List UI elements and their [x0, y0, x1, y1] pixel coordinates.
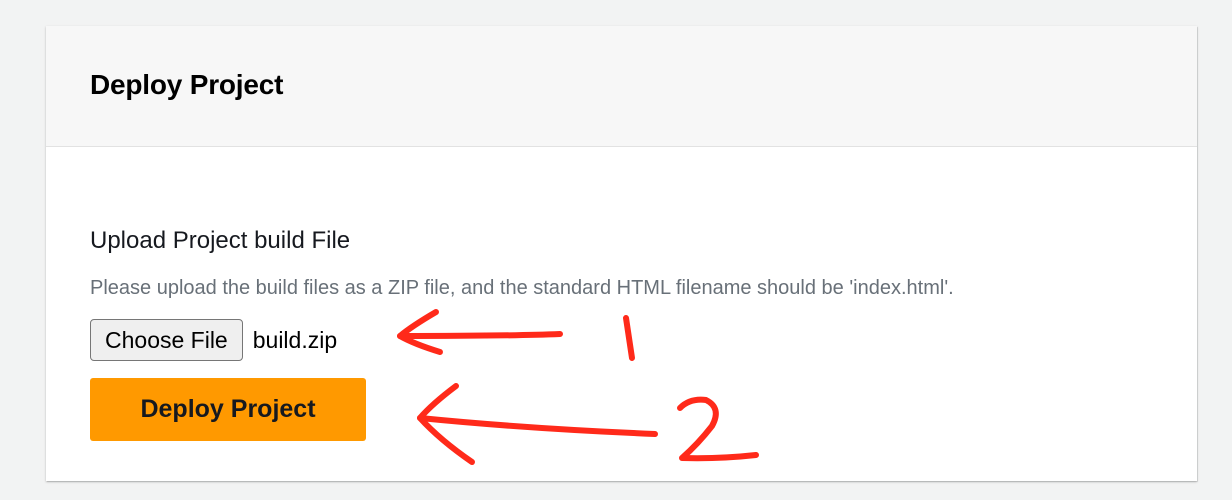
page-title: Deploy Project — [90, 69, 284, 100]
upload-field-description: Please upload the build files as a ZIP f… — [90, 277, 954, 299]
choose-file-button[interactable]: Choose File — [90, 319, 243, 361]
deploy-project-card: Deploy Project Upload Project build File… — [46, 26, 1197, 481]
file-input[interactable]: Choose File build.zip — [90, 319, 337, 361]
selected-file-name: build.zip — [252, 326, 338, 353]
card-header: Deploy Project — [46, 26, 1197, 147]
deploy-project-button[interactable]: Deploy Project — [90, 378, 366, 441]
upload-field-label: Upload Project build File — [90, 227, 351, 254]
